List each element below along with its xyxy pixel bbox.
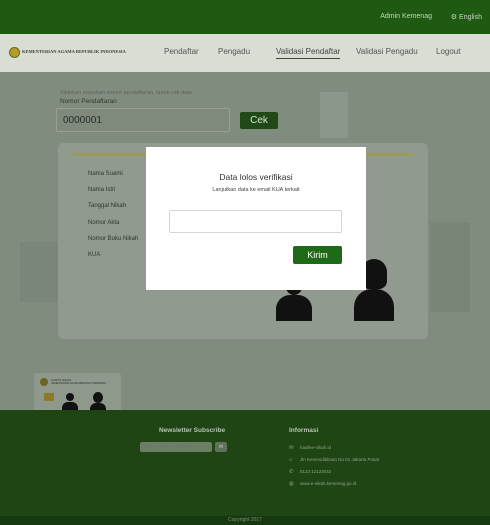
nomor-pendaftaran-input[interactable]: [56, 108, 230, 132]
nomor-pendaftaran-label: Nomor Pendaftaran: [60, 98, 117, 105]
language-label: English: [459, 14, 482, 21]
search-hint: Silahkan masukan nomor pendaftaran, untu…: [60, 90, 194, 96]
mail-icon: ✉: [289, 445, 294, 451]
cek-button[interactable]: Cek: [240, 112, 278, 129]
background-building: [430, 222, 470, 312]
card-subtitle: KEMENTERIAN AGAMA REPUBLIK INDONESIA: [51, 382, 107, 385]
info-address: ⌂ Jln Kemendikbuan No 01 Jakarta Pusat: [289, 457, 380, 463]
field-nama-istri-label: Nama Istri: [88, 187, 116, 193]
modal-subtitle: Lanjutkan data ke email KUA terkait: [212, 187, 300, 193]
navbar: KEMENTERIAN AGAMA REPUBLIK INDONESIA Pen…: [0, 34, 490, 72]
field-nomor-buku-nikah-label: Nomor Buku Nikah: [88, 236, 139, 242]
info-email: ✉ hasilke-nikah.id: [289, 445, 332, 451]
verification-modal: Data lolos verifikasi Lanjutkan data ke …: [146, 147, 366, 290]
field-tanggal-nikah-label: Tanggal Nikah: [88, 203, 127, 209]
send-icon[interactable]: ✉: [215, 442, 227, 452]
gear-icon: ⚙: [450, 14, 458, 21]
main-content: Silahkan masukan nomor pendaftaran, untu…: [0, 72, 490, 410]
language-switch[interactable]: ⚙ English: [451, 13, 482, 21]
nav-validasi-pengadu[interactable]: Validasi Pengadu: [356, 47, 418, 56]
kua-email-input[interactable]: [169, 210, 342, 233]
info-phone: ✆ 0123 12123042: [289, 469, 332, 475]
kemenag-logo-icon: [9, 47, 20, 58]
informasi-title: Informasi: [289, 427, 319, 434]
kirim-button[interactable]: Kirim: [293, 246, 342, 264]
logo-text: KEMENTERIAN AGAMA REPUBLIK INDONESIA: [22, 49, 126, 54]
card-stripe: [366, 153, 414, 156]
globe-icon: ◍: [289, 481, 294, 487]
modal-title: Data lolos verifikasi: [219, 172, 293, 182]
newsletter-title: Newsletter Subscribe: [159, 427, 226, 434]
emblem-icon: [40, 378, 48, 386]
field-nama-suami-label: Nama Suami: [88, 171, 123, 177]
info-website: ◍ www.e-nikah.kemenag.go.id: [289, 481, 357, 487]
location-icon: ⌂: [289, 457, 293, 463]
footer: Newsletter Subscribe ✉ Informasi ✉hasilk…: [0, 410, 490, 516]
nav-validasi-pendaftar[interactable]: Validasi Pendaftar: [276, 47, 341, 59]
nav-pendaftar[interactable]: Pendaftar: [164, 47, 199, 56]
nav-pengadu[interactable]: Pengadu: [218, 47, 250, 56]
card-chip: [44, 393, 54, 401]
copyright: Copyright 2017: [0, 516, 490, 525]
phone-icon: ✆: [289, 469, 294, 475]
field-kua-label: KUA: [88, 252, 101, 258]
nav-logout[interactable]: Logout: [436, 47, 460, 56]
field-nomor-akta-label: Nomor Akta: [88, 220, 120, 226]
background-mosque: [320, 92, 348, 138]
top-bar: Admin Kemenag ⚙ English: [0, 0, 490, 34]
newsletter-email-input[interactable]: [140, 442, 212, 452]
admin-label[interactable]: Admin Kemenag: [380, 13, 432, 20]
